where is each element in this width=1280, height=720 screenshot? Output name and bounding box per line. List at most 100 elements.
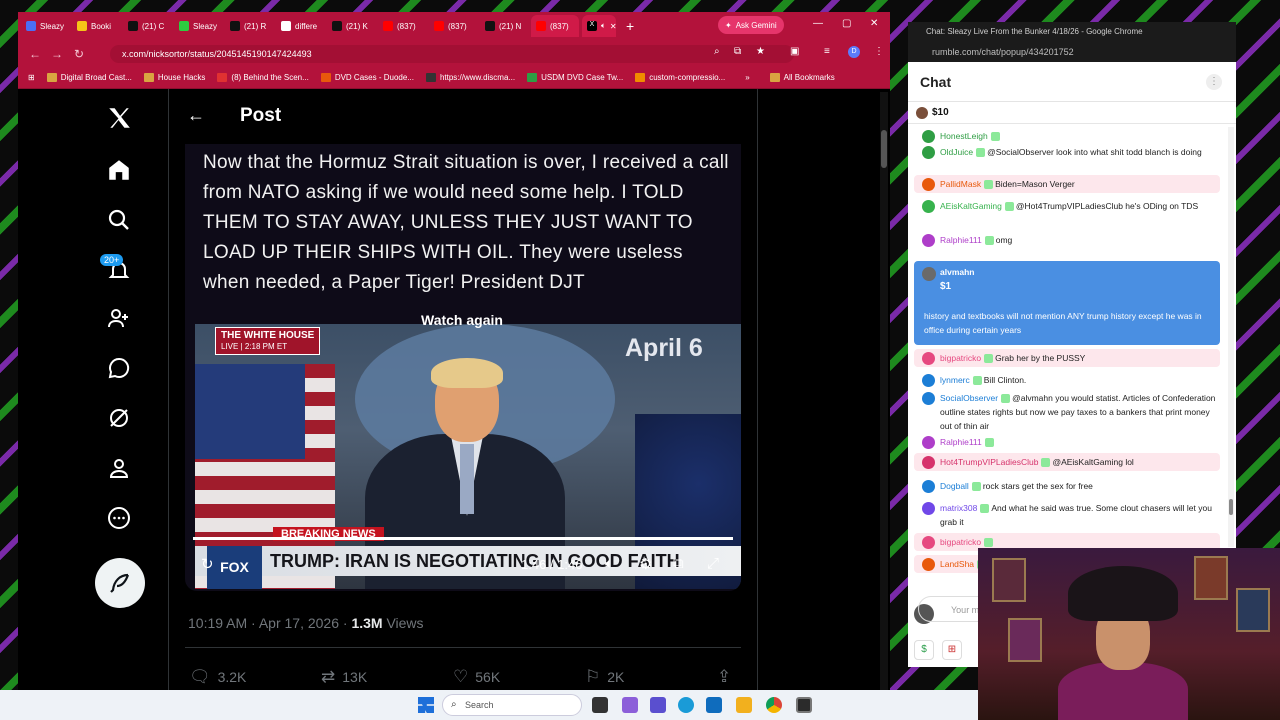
search-icon[interactable] [98, 199, 140, 241]
file-explorer-icon[interactable] [736, 697, 752, 713]
more-icon[interactable] [98, 497, 140, 539]
browser-tab[interactable]: (837) [531, 15, 579, 37]
like-button[interactable]: ♡ 56K [453, 667, 500, 687]
apps-icon[interactable]: ⊞ [28, 73, 35, 82]
browser-tab[interactable]: (21) C [123, 15, 171, 37]
messages-icon[interactable] [98, 347, 140, 389]
browser-tab[interactable]: (837) [378, 15, 426, 37]
browser-tab[interactable]: Booki [72, 15, 120, 37]
fullscreen-icon[interactable]: ⤢ [707, 555, 719, 572]
chat-username[interactable]: Ralphie111 [940, 235, 982, 245]
browser-tab[interactable]: Sleazy [21, 15, 69, 37]
bookmark-item[interactable]: https://www.discma... [425, 73, 515, 82]
chat-username[interactable]: AEisKaltGaming [940, 201, 1002, 211]
chat-username[interactable]: PallidMask [940, 179, 981, 189]
browser-tab[interactable]: (21) N [480, 15, 528, 37]
obs-icon[interactable] [796, 697, 812, 713]
reload-icon[interactable]: ↻ [68, 47, 90, 61]
chat-username[interactable]: LandSha [940, 559, 974, 569]
video-progress-bar[interactable] [193, 537, 733, 540]
zoom-icon[interactable]: ⌕ [714, 46, 720, 57]
active-tab[interactable]: X 🔈︎ ✕ [582, 15, 616, 37]
chat-username[interactable]: alvmahn [940, 267, 975, 277]
bookmark-item[interactable]: USDM DVD Case Tw... [527, 73, 623, 82]
browser-tab[interactable]: (837) [429, 15, 477, 37]
chat-username[interactable]: SocialObserver [940, 393, 998, 403]
start-icon[interactable] [418, 697, 434, 713]
dollar-icon[interactable]: $ [914, 640, 934, 660]
follow-icon[interactable] [98, 297, 140, 339]
browser-tab[interactable]: (21) K [327, 15, 375, 37]
chat-username[interactable]: Dogball [940, 481, 969, 491]
home-icon[interactable] [98, 149, 140, 191]
gift-icon[interactable]: ⊞ [942, 640, 962, 660]
browser-tab[interactable]: differe [276, 15, 324, 37]
all-bookmarks-button[interactable]: All Bookmarks [769, 73, 835, 82]
repost-button[interactable]: ⇄ 13K [321, 667, 367, 687]
store-icon[interactable] [706, 697, 722, 713]
chat-username[interactable]: bigpatricko [940, 353, 981, 363]
video-player[interactable]: Now that the Hormuz Strait situation is … [185, 144, 741, 591]
watch-again-button[interactable]: Watch again [421, 312, 503, 328]
forward-icon[interactable]: → [46, 47, 68, 61]
ask-gemini-button[interactable]: ✦ Ask Gemini [718, 16, 784, 34]
bookmark-button[interactable]: ⚐ 2K [585, 667, 624, 687]
grok-icon[interactable] [98, 397, 140, 439]
chat-username[interactable]: OldJuice [940, 147, 973, 157]
task-view-icon[interactable] [592, 697, 608, 713]
chat-scrollbar[interactable] [1228, 127, 1234, 547]
extensions-icon[interactable]: ▣ [790, 46, 799, 57]
volume-icon[interactable]: 🔈︎ [605, 555, 614, 572]
bookmark-item[interactable]: Digital Broad Cast... [46, 73, 132, 82]
bookmark-icon: ⚐ [585, 667, 601, 686]
chat-username[interactable]: matrix308 [940, 503, 977, 513]
bookmark-item[interactable]: (8) Behind the Scen... [217, 73, 309, 82]
chat-username[interactable]: HonestLeigh [940, 131, 988, 141]
menu-icon[interactable]: ⋮ [874, 46, 884, 57]
chrome-icon[interactable] [766, 697, 782, 713]
chat-url[interactable]: rumble.com/chat/popup/434201752 [908, 42, 1236, 62]
reply-button[interactable]: 🗨︎ 3.2K [189, 667, 246, 687]
pinned-tip[interactable]: $10 [908, 102, 1236, 124]
media-icon[interactable]: ≡ [824, 46, 830, 57]
streamer-figure [1058, 566, 1188, 720]
bookmark-item[interactable]: custom-compressio... [635, 73, 725, 82]
close-icon[interactable]: ✕ [870, 18, 878, 29]
share-button[interactable]: ⇪ [717, 667, 731, 687]
maximize-icon[interactable]: ▢ [842, 18, 851, 29]
profile-avatar[interactable]: D [848, 46, 860, 58]
back-icon[interactable]: ← [24, 47, 46, 61]
edge-icon[interactable] [678, 697, 694, 713]
url-field[interactable]: x.com/nicksortor/status/2045145190147424… [110, 45, 794, 63]
compose-post-button[interactable] [95, 558, 145, 608]
scroll-thumb[interactable] [881, 130, 887, 168]
copilot-icon[interactable] [622, 697, 638, 713]
chat-text: @Hot4TrumpVIPLadiesClub he's ODing on TD… [1015, 201, 1199, 211]
replay-icon[interactable]: ↻ [201, 555, 214, 573]
page-scrollbar[interactable] [880, 92, 888, 692]
chat-menu-icon[interactable]: ⋮ [1206, 74, 1222, 90]
taskbar-search[interactable]: Search [442, 694, 582, 716]
settings-icon[interactable]: ⚙ [639, 555, 652, 573]
teams-icon[interactable] [650, 697, 666, 713]
picture-in-picture-icon[interactable]: ⧉ [673, 555, 684, 572]
install-icon[interactable]: ⧉ [734, 46, 741, 57]
minimize-icon[interactable]: — [813, 18, 823, 29]
chat-scroll-thumb[interactable] [1229, 499, 1233, 515]
browser-tab[interactable]: Sleazy [174, 15, 222, 37]
star-icon[interactable]: ★ [756, 46, 765, 57]
chat-username[interactable]: Ralphie111 [940, 437, 982, 447]
x-logo-icon[interactable] [98, 97, 140, 139]
back-arrow-icon[interactable]: ← [187, 105, 205, 126]
chat-avatar [922, 480, 935, 493]
chat-username[interactable]: Hot4TrumpVIPLadiesClub [940, 457, 1038, 467]
bookmarks-overflow-icon[interactable]: » [745, 73, 749, 82]
new-tab-button[interactable]: + [626, 18, 634, 34]
chat-username[interactable]: lynmerc [940, 375, 970, 385]
bookmark-item[interactable]: DVD Cases - Duode... [320, 73, 414, 82]
tab-close-icon[interactable]: ✕ [610, 22, 616, 31]
profile-icon[interactable] [98, 447, 140, 489]
chat-username[interactable]: bigpatricko [940, 537, 981, 547]
bookmark-item[interactable]: House Hacks [143, 73, 205, 82]
browser-tab[interactable]: (21) R [225, 15, 273, 37]
